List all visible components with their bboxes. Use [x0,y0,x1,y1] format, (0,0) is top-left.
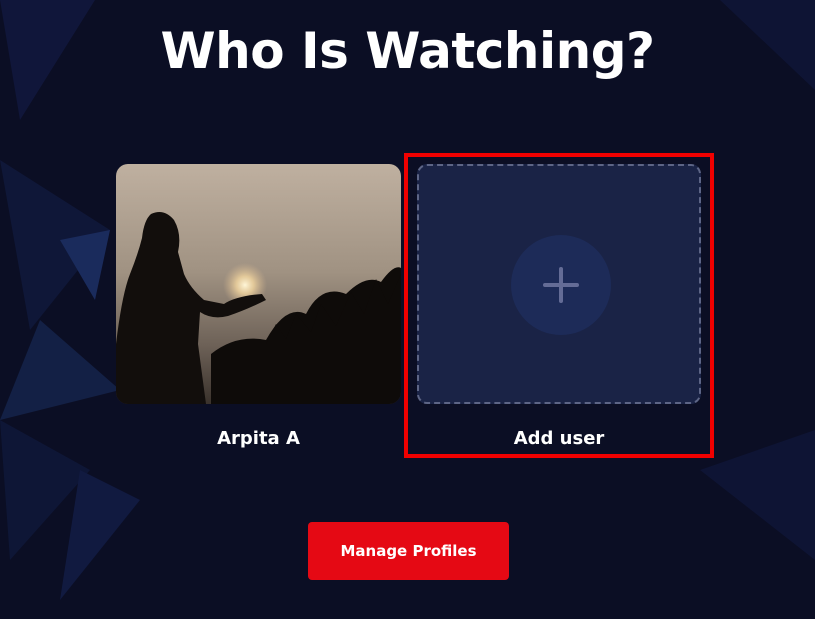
add-user-label[interactable]: Add user [404,428,714,449]
plus-icon [543,267,579,303]
profile-card[interactable] [116,164,401,404]
profile-avatar [116,164,401,404]
add-circle [511,235,611,335]
manage-profiles-button[interactable]: Manage Profiles [308,522,509,580]
page-title: Who Is Watching? [160,22,655,80]
add-user-button[interactable] [417,164,701,404]
profile-name[interactable]: Arpita A [116,428,401,449]
